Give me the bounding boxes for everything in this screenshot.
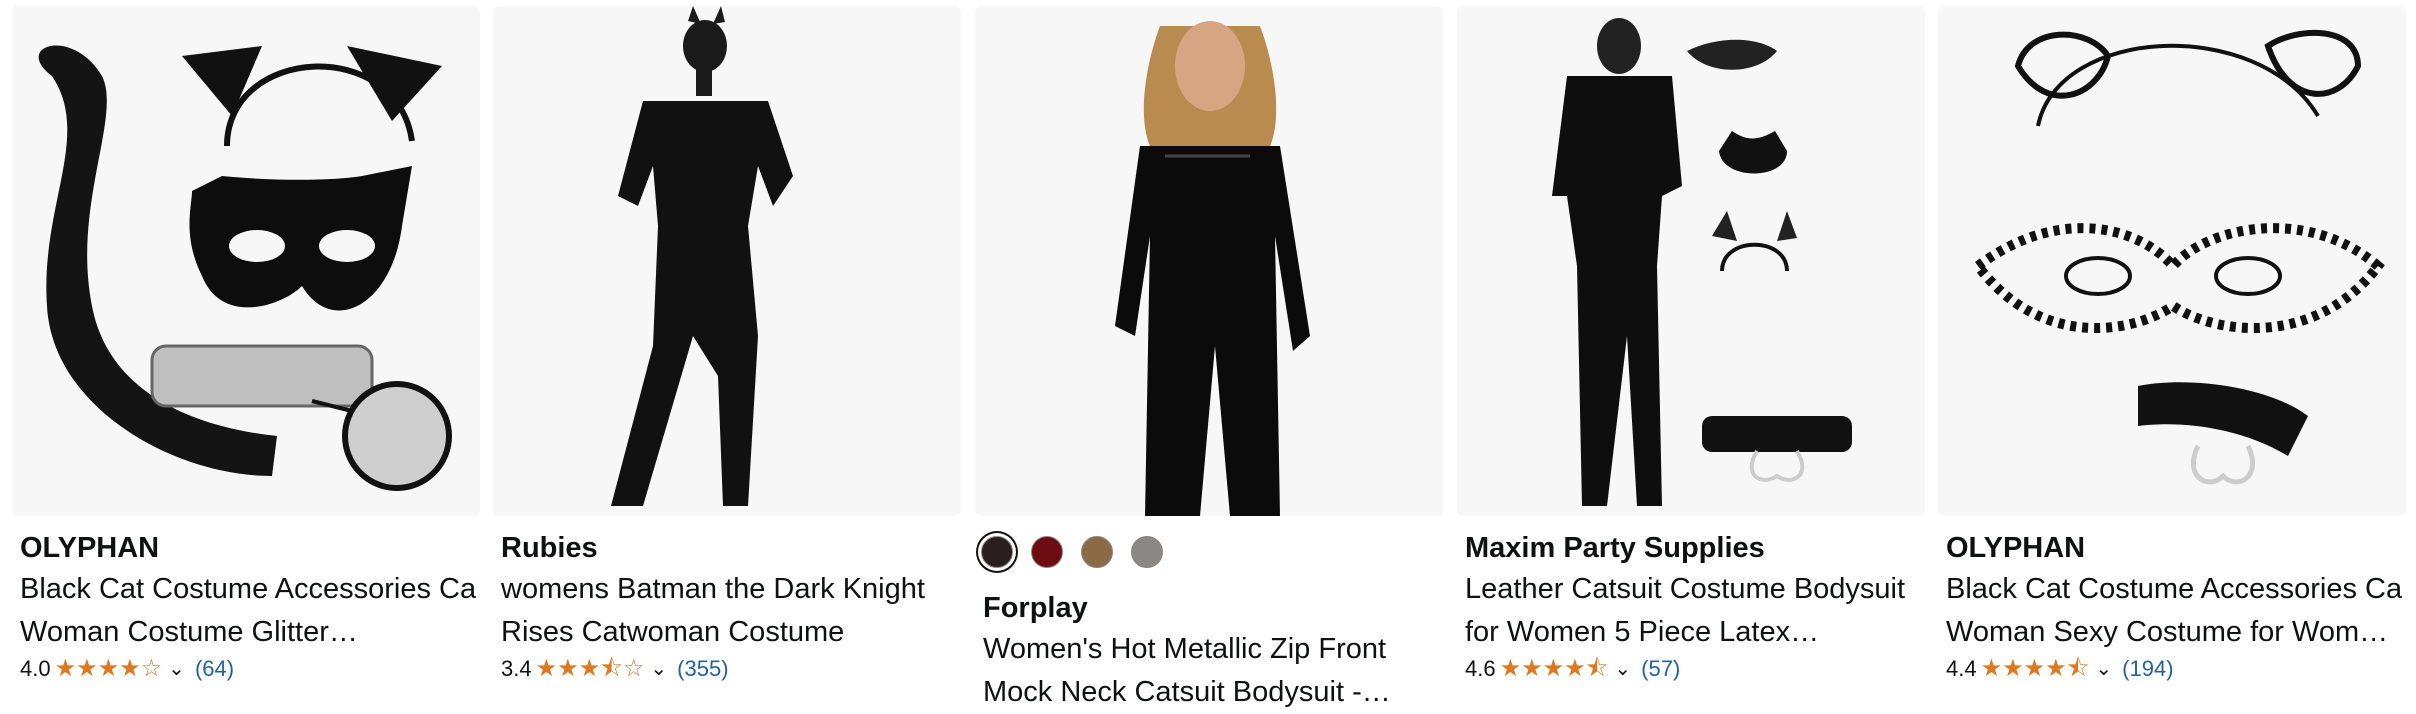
- rating-row: 3.4 ★★★⯪☆ ⌄ (355): [501, 654, 957, 684]
- rating-row: 4.6 ★★★★⯪ ⌄ (57): [1465, 654, 1921, 684]
- color-swatch[interactable]: [1031, 536, 1063, 568]
- chevron-down-icon[interactable]: ⌄: [168, 654, 185, 684]
- product-brand: OLYPHAN: [20, 532, 160, 564]
- product-card[interactable]: Forplay Women's Hot Metallic Zip Front M…: [975, 0, 1443, 714]
- product-card[interactable]: Rubies womens Batman the Dark Knight Ris…: [493, 0, 961, 714]
- product-image[interactable]: [1938, 6, 2406, 516]
- product-card[interactable]: Maxim Party Supplies Leather Catsuit Cos…: [1457, 0, 1925, 714]
- product-grid: OLYPHAN Black Cat Costume Accessories Ca…: [0, 0, 2416, 714]
- product-title-line: Woman Sexy Costume for Wom…: [1946, 616, 2389, 648]
- chevron-down-icon[interactable]: ⌄: [1614, 654, 1631, 684]
- review-count-link[interactable]: (64): [195, 654, 234, 684]
- product-title-line: Black Cat Costume Accessories Cat: [1946, 573, 2402, 605]
- product-brand: Forplay: [983, 592, 1088, 624]
- rating-value: 4.6: [1465, 656, 1496, 681]
- product-title-line: Rises Catwoman Costume: [501, 616, 845, 648]
- color-swatch[interactable]: [981, 536, 1013, 568]
- color-swatch[interactable]: [1081, 536, 1113, 568]
- product-title-link[interactable]: Black Cat Costume Accessories Cat Woman …: [20, 568, 476, 654]
- color-swatch[interactable]: [1131, 536, 1163, 568]
- product-image[interactable]: [1457, 6, 1925, 516]
- chevron-down-icon[interactable]: ⌄: [2095, 654, 2112, 684]
- product-title-line: Woman Costume Glitter…: [20, 616, 358, 648]
- star-rating-icon[interactable]: ★★★★⯪: [1981, 654, 2090, 684]
- review-count-link[interactable]: (57): [1641, 654, 1680, 684]
- product-title-link[interactable]: Black Cat Costume Accessories Cat Woman …: [1946, 568, 2402, 654]
- product-title-line: Mock Neck Catsuit Bodysuit -…: [983, 676, 1391, 708]
- product-title-link[interactable]: Leather Catsuit Costume Bodysuit for Wom…: [1465, 568, 1921, 654]
- product-card[interactable]: OLYPHAN Black Cat Costume Accessories Ca…: [12, 0, 480, 714]
- color-swatches: [981, 536, 1163, 568]
- product-brand: Rubies: [501, 532, 598, 564]
- rating-value: 4.4: [1946, 656, 1977, 681]
- star-rating-icon[interactable]: ★★★★☆: [55, 654, 163, 684]
- product-brand: OLYPHAN: [1946, 532, 2086, 564]
- review-count-link[interactable]: (355): [677, 654, 728, 684]
- product-brand: Maxim Party Supplies: [1465, 532, 1765, 564]
- rating-value: 4.0: [20, 656, 51, 681]
- product-image[interactable]: [493, 6, 961, 516]
- product-title-link[interactable]: Women's Hot Metallic Zip Front Mock Neck…: [983, 628, 1439, 714]
- rating-row: 4.0 ★★★★☆ ⌄ (64): [20, 654, 476, 684]
- product-image[interactable]: [12, 6, 480, 516]
- product-title-link[interactable]: womens Batman the Dark Knight Rises Catw…: [501, 568, 957, 654]
- product-image[interactable]: [975, 6, 1443, 516]
- product-title-line: womens Batman the Dark Knight: [501, 573, 925, 605]
- star-rating-icon[interactable]: ★★★★⯪: [1500, 654, 1609, 684]
- rating-value: 3.4: [501, 656, 532, 681]
- review-count-link[interactable]: (194): [2122, 654, 2173, 684]
- product-title-line: for Women 5 Piece Latex…: [1465, 616, 1820, 648]
- star-rating-icon[interactable]: ★★★⯪☆: [536, 654, 645, 684]
- rating-row: 4.4 ★★★★⯪ ⌄ (194): [1946, 654, 2402, 684]
- product-title-line: Black Cat Costume Accessories Cat: [20, 573, 476, 605]
- product-title-line: Leather Catsuit Costume Bodysuit: [1465, 573, 1906, 605]
- product-card[interactable]: OLYPHAN Black Cat Costume Accessories Ca…: [1938, 0, 2406, 714]
- chevron-down-icon[interactable]: ⌄: [650, 654, 667, 684]
- product-title-line: Women's Hot Metallic Zip Front: [983, 633, 1387, 665]
